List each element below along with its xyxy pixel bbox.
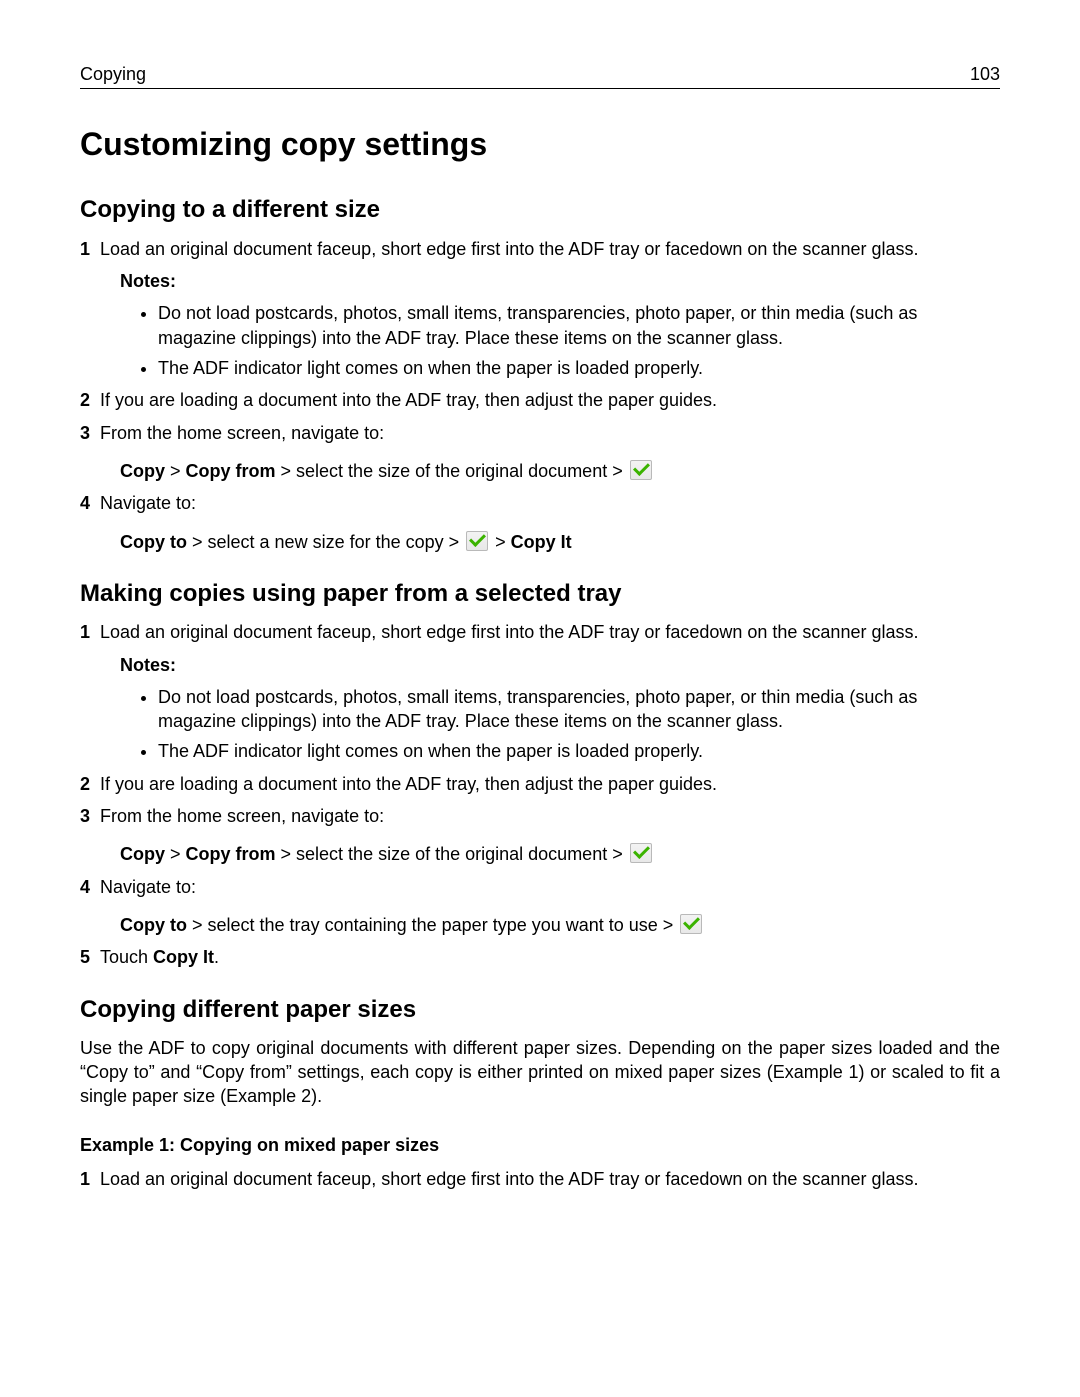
nav-token-copy: Copy	[120, 844, 165, 864]
notes-list: Do not load postcards, photos, small ite…	[100, 301, 1000, 380]
step-number: 4	[80, 491, 90, 515]
step-item: 2 If you are loading a document into the…	[80, 388, 1000, 412]
step-item: 4 Navigate to: Copy to > select the tray…	[80, 875, 1000, 938]
step-item: 2 If you are loading a document into the…	[80, 772, 1000, 796]
step-item: 3 From the home screen, navigate to: Cop…	[80, 804, 1000, 867]
nav-text: > select the size of the original docume…	[276, 461, 628, 481]
step-number: 1	[80, 1167, 90, 1191]
nav-separator: >	[165, 461, 186, 481]
notes-label: Notes:	[120, 269, 1000, 293]
step-item: 5 Touch Copy It.	[80, 945, 1000, 969]
document-page: Copying 103 Customizing copy settings Co…	[0, 0, 1080, 1259]
nav-path: Copy to > select a new size for the copy…	[120, 530, 1000, 554]
nav-text: > select the tray containing the paper t…	[187, 915, 678, 935]
note-item: Do not load postcards, photos, small ite…	[158, 301, 1000, 350]
checkmark-icon	[466, 531, 488, 551]
step-text: Navigate to:	[100, 877, 196, 897]
heading-copying-different-paper-sizes: Copying different paper sizes	[80, 994, 1000, 1026]
intro-paragraph: Use the ADF to copy original documents w…	[80, 1036, 1000, 1109]
heading-making-copies-selected-tray: Making copies using paper from a selecte…	[80, 578, 1000, 610]
nav-token-copy-from: Copy from	[186, 844, 276, 864]
step-text: Load an original document faceup, short …	[100, 239, 918, 259]
notes-label: Notes:	[120, 653, 1000, 677]
checkmark-icon	[680, 914, 702, 934]
step-text: Navigate to:	[100, 493, 196, 513]
nav-token-copy-from: Copy from	[186, 461, 276, 481]
checkmark-icon	[630, 460, 652, 480]
nav-token-copy: Copy	[120, 461, 165, 481]
note-item: Do not load postcards, photos, small ite…	[158, 685, 1000, 734]
steps-list-a: 1 Load an original document faceup, shor…	[80, 237, 1000, 554]
page-header: Copying 103	[80, 62, 1000, 86]
step-number: 1	[80, 620, 90, 644]
example-heading: Example 1: Copying on mixed paper sizes	[80, 1133, 1000, 1157]
step-text: .	[214, 947, 219, 967]
nav-token-copy-to: Copy to	[120, 915, 187, 935]
nav-token-copy-to: Copy to	[120, 532, 187, 552]
step-text: Load an original document faceup, short …	[100, 1169, 918, 1189]
step-text: Load an original document faceup, short …	[100, 622, 918, 642]
step-text: If you are loading a document into the A…	[100, 390, 717, 410]
steps-list-b: 1 Load an original document faceup, shor…	[80, 620, 1000, 969]
nav-separator: >	[165, 844, 186, 864]
nav-path: Copy > Copy from > select the size of th…	[120, 459, 1000, 483]
step-text: From the home screen, navigate to:	[100, 806, 384, 826]
nav-token-copy-it: Copy It	[511, 532, 572, 552]
header-section-name: Copying	[80, 62, 146, 86]
note-item: The ADF indicator light comes on when th…	[158, 739, 1000, 763]
step-number: 3	[80, 421, 90, 445]
steps-list-c: 1 Load an original document faceup, shor…	[80, 1167, 1000, 1191]
notes-list: Do not load postcards, photos, small ite…	[100, 685, 1000, 764]
step-text: If you are loading a document into the A…	[100, 774, 717, 794]
step-text: Touch	[100, 947, 153, 967]
nav-text: > select a new size for the copy >	[187, 532, 464, 552]
step-number: 1	[80, 237, 90, 261]
step-item: 3 From the home screen, navigate to: Cop…	[80, 421, 1000, 484]
nav-separator: >	[490, 532, 511, 552]
step-item: 1 Load an original document faceup, shor…	[80, 620, 1000, 763]
step-number: 2	[80, 772, 90, 796]
copy-it-label: Copy It	[153, 947, 214, 967]
header-rule	[80, 88, 1000, 89]
header-page-number: 103	[970, 62, 1000, 86]
step-number: 5	[80, 945, 90, 969]
step-text: From the home screen, navigate to:	[100, 423, 384, 443]
checkmark-icon	[630, 843, 652, 863]
nav-path: Copy to > select the tray containing the…	[120, 913, 1000, 937]
step-item: 4 Navigate to: Copy to > select a new si…	[80, 491, 1000, 554]
nav-path: Copy > Copy from > select the size of th…	[120, 842, 1000, 866]
step-number: 4	[80, 875, 90, 899]
step-number: 3	[80, 804, 90, 828]
step-number: 2	[80, 388, 90, 412]
page-title: Customizing copy settings	[80, 123, 1000, 166]
note-item: The ADF indicator light comes on when th…	[158, 356, 1000, 380]
step-item: 1 Load an original document faceup, shor…	[80, 1167, 1000, 1191]
nav-text: > select the size of the original docume…	[276, 844, 628, 864]
heading-copying-different-size: Copying to a different size	[80, 194, 1000, 226]
step-item: 1 Load an original document faceup, shor…	[80, 237, 1000, 380]
